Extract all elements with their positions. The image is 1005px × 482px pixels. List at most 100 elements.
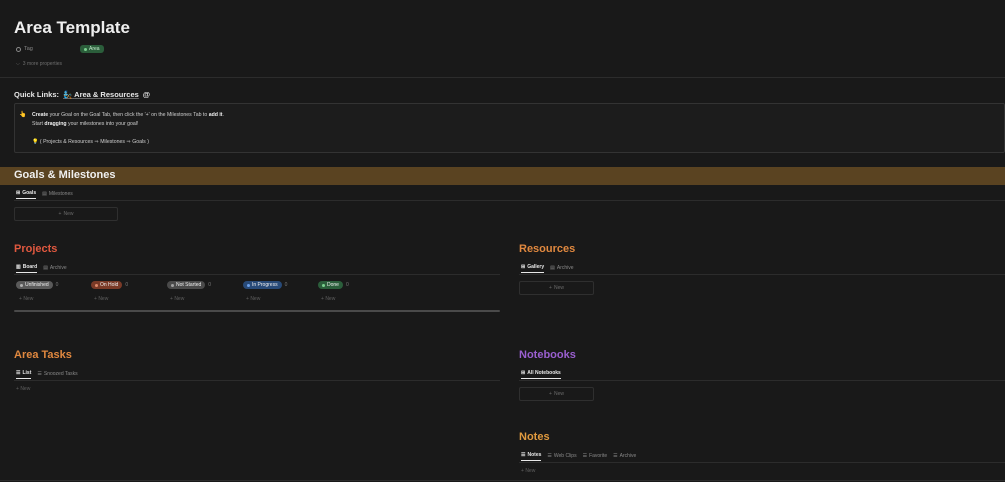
callout-flow-line: 💡 ( Projects & Resources ⇒ Milestones ⇒ … xyxy=(32,139,149,145)
resources-new-label: New xyxy=(553,285,564,291)
page-title[interactable]: Area Template xyxy=(14,18,130,38)
callout-add-bold: add it xyxy=(208,112,223,118)
table-icon: ▤ xyxy=(550,264,555,271)
notes-view-tabs: ☰ Notes ☰ Web Clips ☰ Favorite ☰ Archive xyxy=(521,452,636,461)
board-new-card[interactable]: + New xyxy=(16,296,58,302)
tab-favorite[interactable]: ☰ Favorite xyxy=(583,453,608,461)
status-pill-in-progress[interactable]: In Progress xyxy=(243,281,282,289)
goals-heading-highlight xyxy=(0,167,1005,185)
board-new-card[interactable]: + New xyxy=(243,296,287,302)
list-icon: ☰ xyxy=(547,452,552,459)
quick-link-area-resources[interactable]: 🧞 Area & Resources xyxy=(63,90,139,99)
board-column-done: Done 0 + New xyxy=(318,281,349,302)
goals-heading[interactable]: Goals & Milestones xyxy=(14,169,115,181)
new-label: New xyxy=(250,296,261,302)
board-new-card[interactable]: + New xyxy=(167,296,211,302)
tab-all-notebooks-label: All Notebooks xyxy=(527,370,561,376)
column-header: Unfinished 0 xyxy=(16,281,58,289)
board-horizontal-scrollbar[interactable] xyxy=(14,310,500,312)
tab-milestones-label: Milestones xyxy=(48,190,73,197)
status-label: On Hold xyxy=(100,282,119,288)
tab-resources-archive-label: Archive xyxy=(556,264,574,271)
projects-heading[interactable]: Projects xyxy=(14,243,57,255)
tab-snoozed-tasks[interactable]: ☰ Snoozed Tasks xyxy=(37,371,77,379)
chevron-down-icon: ⌵ xyxy=(16,61,20,67)
tab-milestones[interactable]: ▤ Milestones xyxy=(42,191,73,199)
tab-projects-archive[interactable]: ▤ Archive xyxy=(43,265,66,273)
status-circle-icon xyxy=(16,46,21,52)
plus-icon: + xyxy=(549,391,552,397)
status-count: 0 xyxy=(208,282,212,288)
tab-board[interactable]: ▥ Board xyxy=(16,264,38,273)
tag-label: Tag xyxy=(24,46,33,52)
tag-property-label: Tag xyxy=(16,46,80,52)
tab-notes-archive[interactable]: ☰ Archive xyxy=(613,453,636,461)
callout-period: . xyxy=(222,112,224,118)
goals-view-tabs: ⊞ Goals ▤ Milestones xyxy=(16,190,73,199)
area-tasks-new-row[interactable]: + New xyxy=(16,386,30,392)
status-count: 0 xyxy=(284,282,288,288)
pointing-hand-icon: 👆 xyxy=(19,112,27,118)
tab-notes[interactable]: ☰ Notes xyxy=(521,452,542,461)
tag-value-pill[interactable]: Area xyxy=(80,45,104,53)
notes-new-row[interactable]: + New xyxy=(521,468,535,474)
tab-gallery[interactable]: ⊞ Gallery xyxy=(521,264,545,273)
resources-view-tabs: ⊞ Gallery ▤ Archive xyxy=(521,264,574,273)
board-column-not-started: Not Started 0 + New xyxy=(167,281,211,302)
tab-goals-label: Goals xyxy=(22,190,37,196)
board-column-in-progress: In Progress 0 + New xyxy=(243,281,287,302)
tag-value: Area xyxy=(89,46,100,52)
status-pill-not-started[interactable]: Not Started xyxy=(167,281,206,289)
status-pill-on-hold[interactable]: On Hold xyxy=(91,281,123,289)
callout-line-2: Start dragging your milestones into your… xyxy=(32,121,138,127)
notebooks-new-label: New xyxy=(553,391,564,397)
tab-web-clips[interactable]: ☰ Web Clips xyxy=(547,453,576,461)
new-label: New xyxy=(325,296,336,302)
status-pill-unfinished[interactable]: Unfinished xyxy=(16,281,53,289)
board-new-card[interactable]: + New xyxy=(318,296,349,302)
quick-links-row: Quick Links: 🧞 Area & Resources @ xyxy=(14,90,150,99)
notebooks-new-button[interactable]: + New xyxy=(519,387,594,401)
table-icon: ▤ xyxy=(43,264,48,271)
status-pill-done[interactable]: Done xyxy=(318,281,343,289)
resources-new-button[interactable]: + New xyxy=(519,281,594,295)
notebooks-heading[interactable]: Notebooks xyxy=(519,349,576,361)
tag-property-row[interactable]: Tag Area xyxy=(16,45,104,53)
notes-new-label: New xyxy=(525,468,536,474)
new-label: New xyxy=(174,296,185,302)
tab-gallery-label: Gallery xyxy=(527,264,545,270)
genie-icon: 🧞 xyxy=(63,90,73,99)
tab-all-notebooks[interactable]: ⊞ All Notebooks xyxy=(521,370,561,379)
tab-list[interactable]: ☰ List xyxy=(16,370,32,379)
list-icon: ☰ xyxy=(582,452,588,459)
board-new-card[interactable]: + New xyxy=(91,296,128,302)
status-dot-icon xyxy=(20,283,23,287)
tab-board-label: Board xyxy=(22,264,38,270)
notes-heading[interactable]: Notes xyxy=(519,431,550,443)
resources-tabs-divider xyxy=(519,274,1005,275)
tab-goals[interactable]: ⊞ Goals xyxy=(16,190,37,199)
column-header: Done 0 xyxy=(318,281,349,289)
quick-links-label: Quick Links: xyxy=(14,90,60,99)
area-tasks-heading[interactable]: Area Tasks xyxy=(14,349,72,361)
new-label: New xyxy=(23,296,34,302)
board-icon: ▥ xyxy=(16,264,21,270)
notebooks-view-tabs: ⊞ All Notebooks xyxy=(521,370,561,379)
at-symbol: @ xyxy=(142,90,151,99)
resources-heading[interactable]: Resources xyxy=(519,243,575,255)
board-column-on-hold: On Hold 0 + New xyxy=(91,281,128,302)
area-tasks-tabs-divider xyxy=(14,380,500,381)
status-dot-icon xyxy=(247,283,250,287)
more-properties-toggle[interactable]: ⌵ 3 more properties xyxy=(16,61,62,67)
grid-icon: ⊞ xyxy=(521,370,526,376)
status-count: 0 xyxy=(125,282,129,288)
callout-create-bold: Create xyxy=(32,112,49,118)
plus-icon: + xyxy=(58,211,62,217)
list-icon: ☰ xyxy=(16,370,21,376)
callout-start-text: Start xyxy=(32,121,45,127)
tab-resources-archive[interactable]: ▤ Archive xyxy=(550,265,573,273)
status-label: Not Started xyxy=(176,282,202,288)
area-tasks-view-tabs: ☰ List ☰ Snoozed Tasks xyxy=(16,370,78,379)
tab-web-clips-label: Web Clips xyxy=(553,452,577,459)
goals-new-button[interactable]: + New xyxy=(14,207,118,221)
